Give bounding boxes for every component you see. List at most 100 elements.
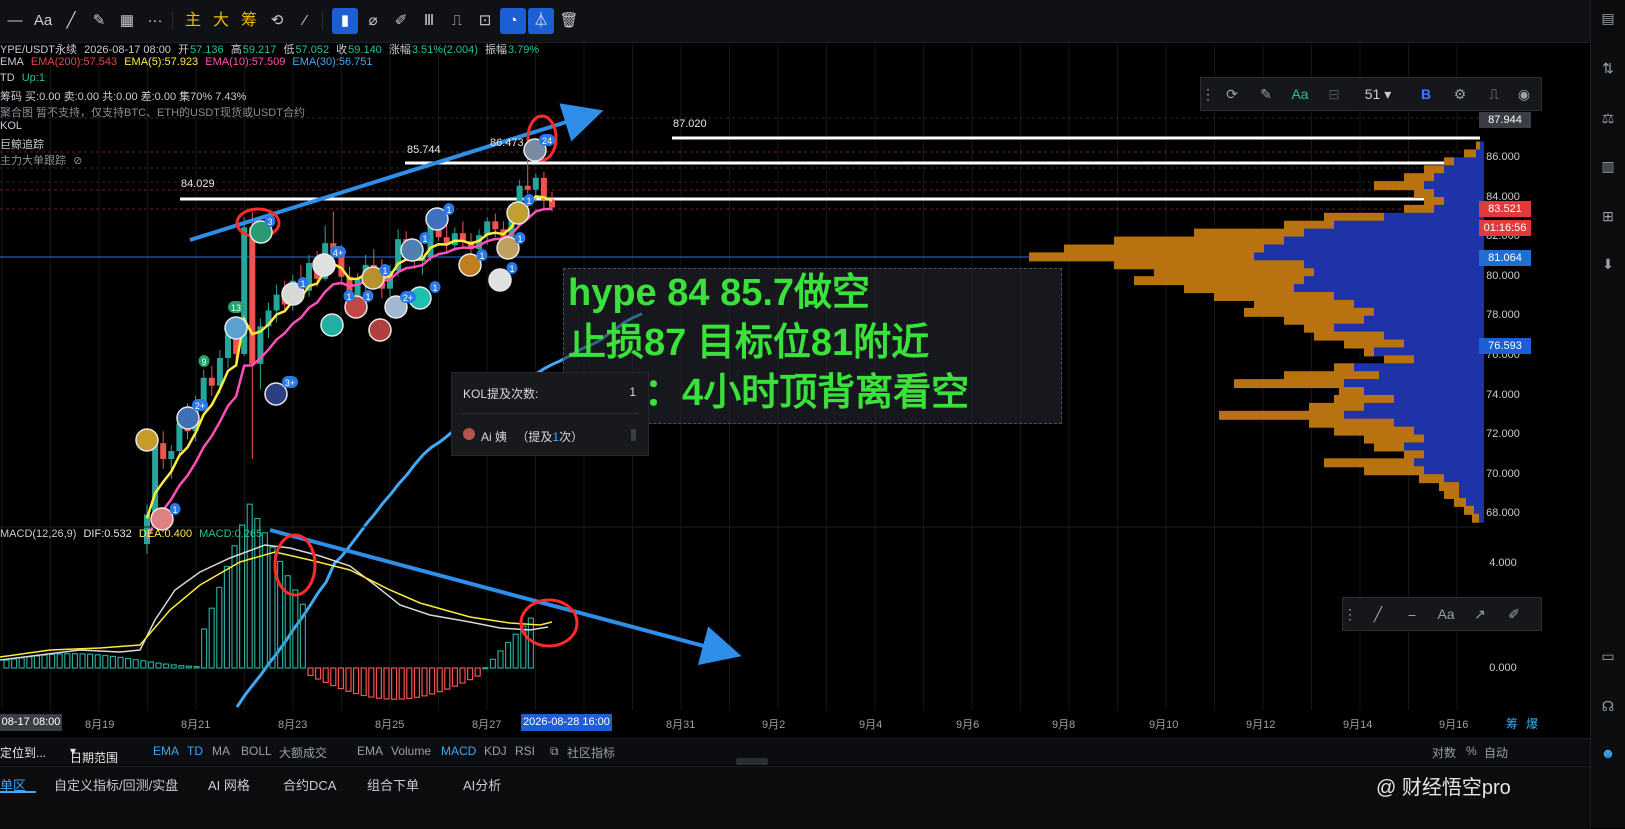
pattern-tool-icon[interactable]: ▦: [114, 8, 140, 34]
ray-icon[interactable]: ↗: [1463, 598, 1497, 630]
volume-profile-bar: [1374, 307, 1484, 317]
main-chart-toggle[interactable]: 主: [180, 8, 206, 34]
tab-contract-dca[interactable]: 合约DCA: [283, 775, 336, 794]
percent-scale-toggle[interactable]: %: [1466, 744, 1477, 758]
candle-body: [273, 294, 280, 311]
kol-user-row[interactable]: Ai 姨 （提及1次）: [481, 428, 583, 445]
ema-legend[interactable]: EMA EMA(200):57.543 EMA(5):57.923 EMA(10…: [0, 56, 377, 68]
indicator-boll[interactable]: BOLL: [241, 744, 272, 758]
high-label: 高: [230, 44, 242, 56]
macd-histogram-bar: [147, 661, 154, 669]
kol-badge-count: 24: [542, 136, 552, 146]
trendline-tool-icon[interactable]: ╱: [58, 8, 84, 34]
whale-legend[interactable]: 巨鲸追踪: [0, 136, 44, 152]
tab-ai-analysis[interactable]: AI分析: [463, 775, 501, 794]
auto-scale-toggle[interactable]: 自动: [1484, 744, 1508, 761]
td-legend[interactable]: TD Up:1: [0, 72, 49, 84]
date-range-dropdown[interactable]: 日期范围 ▾: [70, 744, 118, 765]
magnet-icon[interactable]: ◔: [500, 8, 526, 34]
panel-resize-handle[interactable]: [736, 758, 768, 765]
kol-badge-count: 2+: [195, 401, 205, 411]
price-label-pill: 81.064: [1479, 250, 1531, 266]
candle-body: [524, 185, 531, 190]
horizontal-line-tool[interactable]: ⎯⎯: [2, 8, 28, 34]
kol-legend[interactable]: KOL: [0, 120, 22, 132]
sub-indicator-rsi[interactable]: RSI: [515, 744, 535, 758]
symbol-name[interactable]: YPE/USDT永续: [0, 44, 77, 56]
indicator-ema[interactable]: EMA: [153, 744, 179, 758]
chip-toggle[interactable]: 筹: [236, 8, 262, 34]
lock-icon[interactable]: ⎍: [444, 8, 470, 34]
chart-icon[interactable]: ▥: [1598, 158, 1618, 175]
volume-profile-bar: [1334, 292, 1484, 301]
replay-icon[interactable]: ⟲: [264, 8, 290, 34]
tab-combo-order[interactable]: 组合下单: [367, 775, 419, 794]
more-tools-icon[interactable]: ···: [142, 8, 168, 34]
calc-icon[interactable]: ⊞: [1598, 208, 1618, 225]
indicator-td[interactable]: TD: [187, 744, 203, 758]
compare-icon[interactable]: Ⅲ: [416, 8, 442, 34]
trades-icon[interactable]: ⇅: [1598, 60, 1618, 77]
chip-axis-label[interactable]: 筹: [1506, 715, 1518, 732]
price-axis-tick: 74.000: [1486, 388, 1520, 401]
tab-ai-grid[interactable]: AI 网格: [208, 775, 250, 794]
lock-icon[interactable]: ⎍: [1477, 78, 1511, 110]
trash-icon[interactable]: 🗑: [556, 8, 582, 34]
volume-profile-bar: [1439, 482, 1459, 492]
community-icon[interactable]: ⧉: [550, 744, 559, 759]
template-icon[interactable]: ⟳: [1215, 78, 1249, 110]
volume-profile-bar: [1374, 347, 1484, 357]
volume-profile-bar: [1364, 466, 1424, 476]
drag-handle-icon[interactable]: ⋮: [1201, 78, 1215, 110]
eye-off-icon[interactable]: ⊘: [73, 155, 82, 167]
macd-histogram-bar: [512, 633, 519, 669]
download-icon[interactable]: ⬇: [1598, 256, 1618, 273]
edit-icon[interactable]: ✎: [1249, 78, 1283, 110]
filter-icon[interactable]: ⏃: [528, 8, 554, 34]
ruler-icon[interactable]: ✐: [1497, 598, 1531, 630]
volume-profile-bar: [1379, 371, 1484, 381]
brush-tool-icon[interactable]: ✎: [86, 8, 112, 34]
visibility-icon[interactable]: ◉: [1507, 78, 1541, 110]
tab-custom-indicator[interactable]: 自定义指标/回测/实盘: [54, 775, 178, 794]
indicator-ma[interactable]: MA: [212, 744, 230, 758]
settings-icon[interactable]: ⚙: [1443, 78, 1477, 110]
fill-icon[interactable]: ⊟: [1317, 78, 1351, 110]
headset-icon[interactable]: ☊: [1598, 698, 1618, 715]
liquidation-axis-label[interactable]: 爆: [1526, 715, 1538, 732]
bold-button[interactable]: B: [1409, 78, 1443, 110]
locate-button[interactable]: 定位到...: [0, 744, 46, 761]
date-axis-tick: 8月21: [181, 719, 211, 731]
orderbook-icon[interactable]: ▤: [1598, 10, 1618, 27]
layout-icon[interactable]: ▭: [1598, 648, 1618, 665]
macd-histogram-bar: [322, 667, 329, 684]
sub-indicator-kdj[interactable]: KDJ: [484, 744, 507, 758]
text-color-button[interactable]: Aa: [1283, 78, 1317, 110]
sub-indicator-macd[interactable]: MACD: [441, 744, 476, 758]
horizontal-line-icon[interactable]: ⎯: [1395, 598, 1429, 630]
bigorder-legend[interactable]: 主力大单跟踪 ⊘: [0, 152, 86, 168]
template-icon[interactable]: ⊡: [472, 8, 498, 34]
drag-handle-icon[interactable]: ⋮: [1343, 598, 1357, 630]
log-scale-toggle[interactable]: 对数: [1432, 744, 1456, 761]
community-indicators[interactable]: 社区指标: [567, 744, 615, 761]
bookmark-icon[interactable]: ▮: [332, 8, 358, 34]
sub-indicator-volume[interactable]: Volume: [391, 744, 431, 758]
eraser-icon[interactable]: ⌀: [360, 8, 386, 34]
scrollbar[interactable]: [631, 429, 636, 441]
trendline-icon[interactable]: ╱: [1361, 598, 1395, 630]
text-tool[interactable]: Aa: [1429, 598, 1463, 630]
macd-histogram-bar: [368, 667, 375, 698]
date-axis-tick: 9月6: [956, 719, 980, 731]
depth-icon[interactable]: ⚖: [1598, 110, 1618, 127]
big-order-toggle[interactable]: 大: [208, 8, 234, 34]
macd-legend[interactable]: MACD(12,26,9) DIF:0.532 DEA:0.400 MACD:0…: [0, 528, 266, 540]
chip-legend[interactable]: 筹码 买:0.00 卖:0.00 共:0.00 差:0.00 集70% 7.43…: [0, 88, 250, 104]
font-size-select[interactable]: 51 ▾: [1351, 78, 1405, 110]
measure-icon[interactable]: ⁄: [292, 8, 318, 34]
sub-indicator-ema[interactable]: EMA: [357, 744, 383, 758]
indicator-large-trade[interactable]: 大额成交: [279, 744, 327, 761]
text-tool[interactable]: Aa: [30, 8, 56, 34]
robot-icon[interactable]: ☻: [1598, 745, 1618, 761]
pen-icon[interactable]: ✐: [388, 8, 414, 34]
